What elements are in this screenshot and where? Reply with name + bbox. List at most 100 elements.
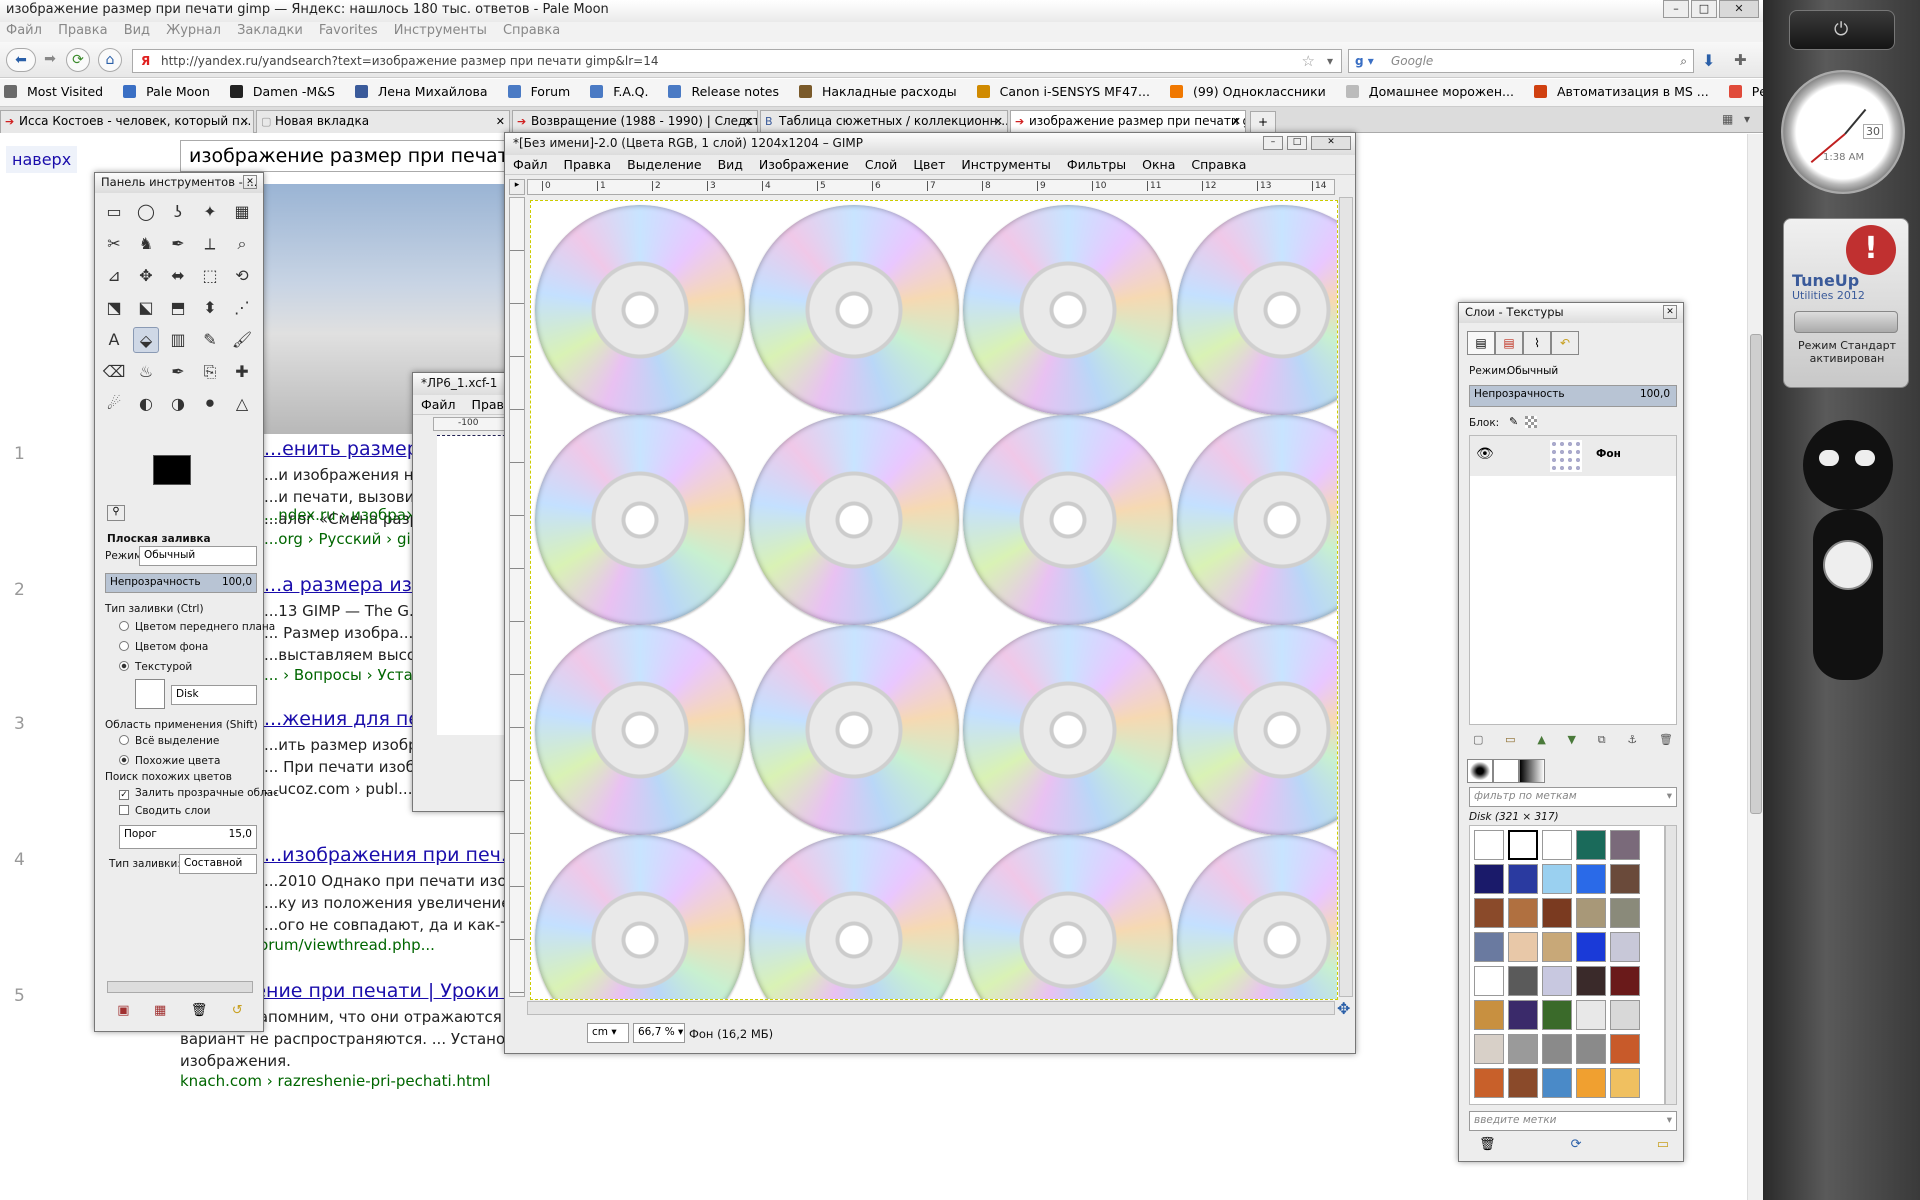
burn-icon[interactable]: ⚫ — [197, 391, 223, 417]
menu-edit[interactable]: Правка — [58, 23, 107, 38]
gimp-menu-item[interactable]: Вид — [718, 157, 743, 172]
result-url[interactable]: knach.com › razreshenie-pri-pechati.html — [180, 1072, 491, 1090]
rotate-icon[interactable]: ⟲ — [229, 263, 255, 289]
raise-layer-icon[interactable]: ▲ — [1537, 733, 1545, 747]
gimp-menu-item[interactable]: Окна — [1142, 157, 1175, 172]
bookmark-item[interactable]: Forum — [507, 84, 581, 99]
pattern-swatch[interactable] — [1576, 830, 1606, 860]
sample-merged-checkbox[interactable]: Сводить слои — [119, 805, 210, 817]
delete-layer-icon[interactable]: 🗑 — [1659, 733, 1673, 747]
tuneup-gadget[interactable]: ! TuneUp Utilities 2012 Режим Стандарт а… — [1783, 218, 1909, 388]
pattern-swatch[interactable] — [1474, 898, 1504, 928]
channels-tab-icon[interactable]: ▤ — [1495, 331, 1523, 355]
area-option-radio[interactable]: Похожие цвета — [119, 755, 220, 767]
foreground-select-icon[interactable]: ♞ — [133, 231, 159, 257]
layer-row[interactable]: 👁 Фон — [1470, 436, 1676, 476]
search-box[interactable]: g ▾ Google ⌕ — [1348, 49, 1694, 73]
patterns-tab-icon[interactable] — [1493, 759, 1519, 783]
pattern-swatch[interactable] — [1610, 864, 1640, 894]
gimp-menu-item[interactable]: Изображение — [759, 157, 849, 172]
eye-icon[interactable]: 👁 — [1476, 446, 1494, 462]
pattern-swatch[interactable] — [1542, 864, 1572, 894]
menu-file[interactable]: Файл — [6, 23, 42, 38]
anchor-layer-icon[interactable]: ⚓ — [1627, 733, 1637, 747]
up-link[interactable]: наверх — [6, 146, 78, 173]
color-picker-icon[interactable]: ⟂ — [197, 231, 223, 257]
pencil-icon[interactable]: ✎ — [197, 327, 223, 353]
bookmark-item[interactable]: Автоматизация в MS ... — [1533, 84, 1719, 99]
tab-close-icon[interactable]: ✕ — [744, 111, 753, 132]
tab-list-icon[interactable]: ▦ — [1722, 112, 1733, 126]
smudge-icon[interactable]: ☄ — [101, 391, 127, 417]
toolbox-scrollbar[interactable] — [107, 981, 253, 993]
airbrush-icon[interactable]: ♨ — [133, 359, 159, 385]
heal-icon[interactable]: ✚ — [229, 359, 255, 385]
pattern-swatch[interactable] — [1474, 966, 1504, 996]
tab[interactable]: ➔ Возвращение (1988 - 1990) | Следств... ✕ — [512, 110, 758, 133]
zoom-select[interactable]: 66,7 % ▾ — [633, 1023, 685, 1043]
fill-option-radio[interactable]: Цветом переднего плана — [119, 621, 275, 633]
pattern-swatch[interactable] — [1542, 932, 1572, 962]
navigate-icon[interactable]: ✥ — [1337, 999, 1350, 1018]
pattern-swatch[interactable] — [1542, 1068, 1572, 1098]
eraser-icon[interactable]: ⌫ — [101, 359, 127, 385]
gimp-menu-item[interactable]: Инструменты — [961, 157, 1050, 172]
home-button[interactable]: ⌂ — [98, 48, 122, 72]
tab-close-icon[interactable]: ✕ — [496, 111, 505, 132]
close-icon[interactable]: ✕ — [1663, 305, 1677, 319]
gimp-menu-item[interactable]: Фильтры — [1067, 157, 1126, 172]
image-maximize-button[interactable]: □ — [1287, 136, 1307, 150]
mode-select[interactable]: Обычный — [139, 546, 257, 566]
blur-icon[interactable]: ◐ — [133, 391, 159, 417]
lower-layer-icon[interactable]: ▼ — [1568, 733, 1576, 747]
pattern-swatch[interactable] — [1542, 898, 1572, 928]
pattern-swatch[interactable] — [1474, 1000, 1504, 1030]
dodge-icon[interactable]: ◑ — [165, 391, 191, 417]
measure-icon[interactable]: ⊿ — [101, 263, 127, 289]
area-option-radio[interactable]: Всё выделение — [119, 735, 219, 747]
fill-transparent-checkbox[interactable]: ✓ Залить прозрачные облас — [119, 787, 279, 800]
lock-alpha-icon[interactable] — [1525, 416, 1537, 428]
gimp-menu-item[interactable]: Выделение — [627, 157, 701, 172]
tab[interactable]: ➔ Исса Костоев - человек, который п... ✕ — [0, 110, 254, 133]
maximize-button[interactable]: □ — [1691, 0, 1717, 18]
bookmark-item[interactable]: Damen -M&S — [229, 84, 345, 99]
dropdown-icon[interactable]: ▾ — [1327, 50, 1333, 72]
pattern-name[interactable]: Disk — [171, 685, 257, 705]
paintbrush-icon[interactable]: 🖌 — [229, 327, 255, 353]
pattern-swatch[interactable] — [1610, 898, 1640, 928]
scrollbar[interactable] — [1747, 134, 1763, 1200]
minimize-button[interactable]: – — [1663, 0, 1689, 18]
pattern-swatch[interactable] — [1508, 932, 1538, 962]
pattern-scrollbar[interactable] — [1665, 825, 1677, 1105]
menu-favorites[interactable]: Favorites — [319, 23, 378, 38]
pattern-swatch[interactable] — [1610, 1034, 1640, 1064]
tab[interactable]: B Таблица сюжетных / коллекционн... ✕ — [760, 110, 1008, 133]
pattern-swatch[interactable] — [1474, 932, 1504, 962]
delete-options-icon[interactable]: 🗑 — [191, 1003, 208, 1018]
vertical-scrollbar[interactable] — [1339, 197, 1353, 997]
pattern-swatch[interactable] — [1542, 1034, 1572, 1064]
fill-option-radio[interactable]: Цветом фона — [119, 641, 208, 653]
gradients-tab-icon[interactable] — [1519, 759, 1545, 783]
tab-close-icon[interactable]: ✕ — [994, 111, 1003, 132]
result-url[interactable]: ...org › Русский › gi... — [264, 530, 425, 548]
shear-icon[interactable]: ⬕ — [133, 295, 159, 321]
bookmark-item[interactable]: F.A.Q. — [590, 84, 658, 99]
bookmark-star-icon[interactable]: ☆ — [1302, 50, 1315, 72]
pattern-swatch[interactable] — [1576, 864, 1606, 894]
fuzzy-select-icon[interactable]: ✦ — [197, 199, 223, 225]
delete-pattern-icon[interactable]: 🗑 — [1479, 1137, 1496, 1152]
clone-icon[interactable]: ⎘ — [197, 359, 223, 385]
image-canvas[interactable] — [530, 200, 1338, 1000]
menu-help[interactable]: Справка — [503, 23, 560, 38]
fill-option-radio[interactable]: Текстурой — [119, 661, 192, 673]
new-tab-button[interactable]: + — [1250, 111, 1276, 133]
pattern-swatch[interactable] — [1576, 932, 1606, 962]
restore-options-icon[interactable]: ▦ — [154, 1003, 166, 1018]
pattern-swatch[interactable] — [1576, 1000, 1606, 1030]
cage-icon[interactable]: ⋰ — [229, 295, 255, 321]
horizontal-scrollbar[interactable] — [527, 1001, 1335, 1015]
save-options-icon[interactable]: ▣ — [117, 1003, 129, 1018]
tag-filter-input[interactable]: фильтр по меткам ▾ — [1469, 787, 1677, 807]
